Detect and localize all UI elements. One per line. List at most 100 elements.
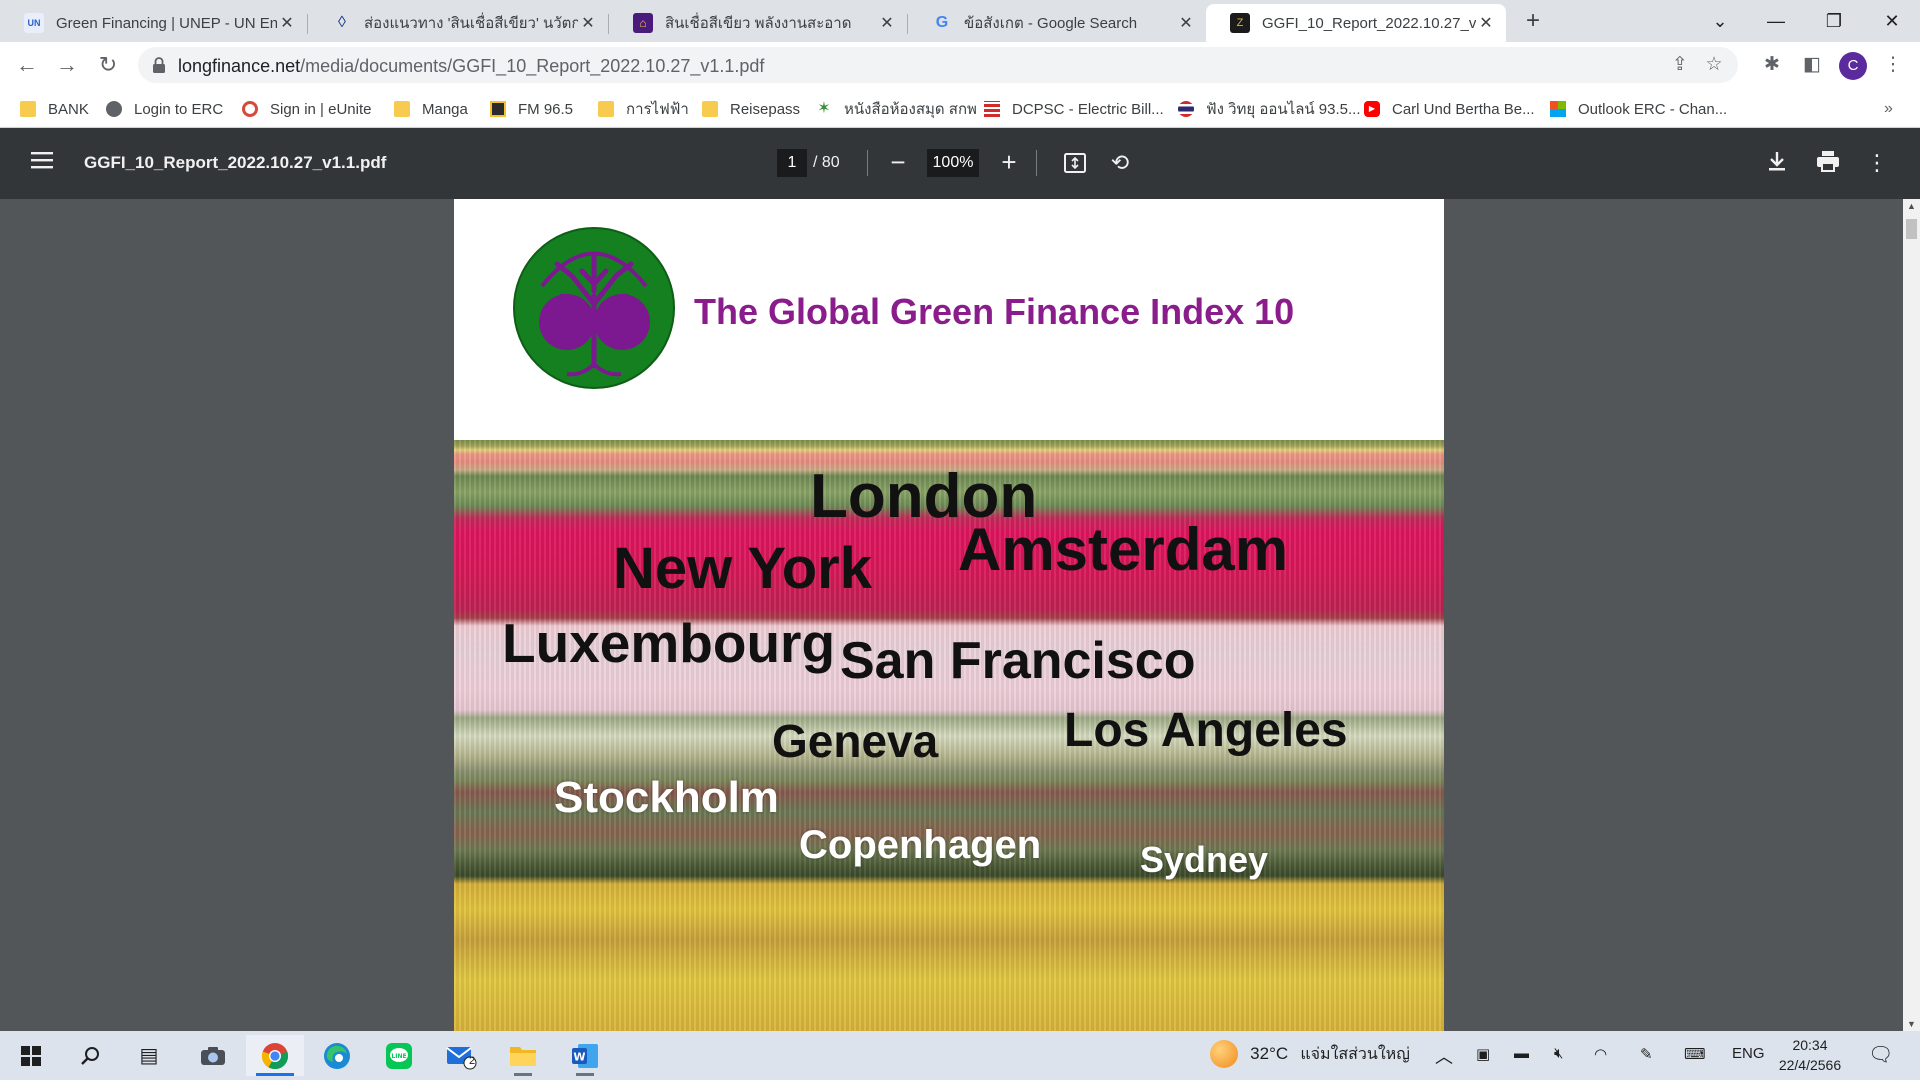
address-bar[interactable]: longfinance.net/media/documents/GGFI_10_…	[138, 47, 1738, 83]
keyboard-icon[interactable]: ⌨	[1684, 1045, 1706, 1063]
windows-taskbar: ▤ LINE 2 W 32°C แจ่มใสส่วนใหญ่ ︿ ▣ ▬ 🔇︎ …	[0, 1031, 1920, 1080]
tab-green-credit[interactable]: ◊ ส่องแนวทาง 'สินเชื่อสีเขียว' นวัตกรรมส…	[308, 4, 608, 42]
zoom-input[interactable]: 100%	[927, 149, 979, 177]
back-button[interactable]: ←	[12, 51, 42, 81]
city-label: Amsterdam	[958, 516, 1289, 583]
bookmark-dcpsc[interactable]: DCPSC - Electric Bill...	[984, 96, 1164, 122]
rotate-icon[interactable]: ⟲	[1108, 151, 1132, 175]
chrome-menu-icon[interactable]: ⋮	[1880, 53, 1906, 79]
divider	[867, 150, 868, 176]
share-icon[interactable]: ⇪	[1668, 54, 1692, 78]
meet-now-icon[interactable]: ▣	[1476, 1045, 1490, 1063]
close-tab-icon[interactable]: ✕	[1176, 13, 1196, 33]
bookmark-library[interactable]: ✶ หนังสือห้องสมุด สกพ	[816, 96, 977, 122]
browser-toolbar: ← → ↻ longfinance.net/media/documents/GG…	[0, 42, 1920, 88]
profile-avatar[interactable]: C	[1839, 52, 1867, 80]
tab-search-icon[interactable]: ⌄	[1692, 0, 1748, 42]
word-icon[interactable]: W	[556, 1035, 614, 1076]
city-label: Sydney	[1140, 839, 1269, 880]
youtube-icon: ▶	[1364, 101, 1380, 117]
bookmark-star-icon[interactable]: ☆	[1702, 54, 1726, 78]
line-app-icon[interactable]: LINE	[370, 1035, 428, 1076]
weather-widget[interactable]: 32°C แจ่มใสส่วนใหญ่	[1210, 1040, 1410, 1068]
bookmark-outlook[interactable]: Outlook ERC - Chan...	[1550, 96, 1727, 122]
mail-badge: 2	[469, 1055, 476, 1067]
minimize-button[interactable]: —	[1748, 0, 1804, 42]
tab-unep[interactable]: UN Green Financing | UNEP - UN Env ✕	[0, 4, 307, 42]
bookmark-label: Manga	[422, 100, 468, 118]
bookmarks-bar: BANK Login to ERC Sign in | eUnite Manga…	[0, 88, 1920, 128]
zoom-out-button[interactable]: −	[884, 147, 912, 177]
restore-button[interactable]: ❐	[1806, 0, 1862, 42]
chevron-up-icon[interactable]: ︿	[1435, 1043, 1453, 1069]
folder-icon	[598, 101, 614, 117]
close-tab-icon[interactable]: ✕	[578, 13, 598, 33]
bank-logo-icon: ⌂	[633, 13, 653, 33]
clock[interactable]: 20:34 22/4/2566	[1775, 1035, 1845, 1075]
fit-page-icon[interactable]	[1064, 152, 1086, 174]
new-tab-button[interactable]: +	[1519, 8, 1547, 36]
city-label: San Francisco	[840, 632, 1196, 690]
pdf-filename: GGFI_10_Report_2022.10.27_v1.1.pdf	[84, 153, 387, 172]
tab-google-search[interactable]: G ข้อสังเกต - Google Search ✕	[908, 4, 1206, 42]
city-label: New York	[613, 536, 872, 601]
bookmark-youtube[interactable]: ▶ Carl Und Bertha Be...	[1364, 96, 1535, 122]
library-icon: ✶	[817, 100, 831, 117]
pdf-toolbar: GGFI_10_Report_2022.10.27_v1.1.pdf 1 / 8…	[0, 128, 1920, 199]
folder-icon	[20, 101, 36, 117]
camera-app-icon[interactable]	[184, 1035, 242, 1076]
page-number-input[interactable]: 1	[777, 149, 807, 177]
print-icon[interactable]	[1814, 150, 1842, 176]
radio-icon	[490, 101, 506, 117]
close-tab-icon[interactable]: ✕	[877, 13, 897, 33]
bookmark-label: Reisepass	[730, 100, 801, 118]
bookmark-electric-authority[interactable]: การไฟฟ้า	[598, 96, 689, 122]
bookmark-login-erc[interactable]: Login to ERC	[106, 96, 223, 122]
weather-description: แจ่มใสส่วนใหญ่	[1300, 1045, 1410, 1063]
edge-icon[interactable]	[308, 1035, 366, 1076]
close-tab-icon[interactable]: ✕	[277, 13, 297, 33]
task-view-icon[interactable]: ▤	[120, 1035, 178, 1076]
language-indicator[interactable]: ENG	[1732, 1045, 1765, 1062]
chrome-taskbar-icon[interactable]	[246, 1035, 304, 1076]
close-window-button[interactable]: ✕	[1864, 0, 1920, 42]
windows-start-icon[interactable]	[2, 1035, 60, 1076]
scroll-thumb[interactable]	[1906, 219, 1917, 239]
wifi-icon[interactable]: ◠	[1594, 1045, 1607, 1063]
mail-icon[interactable]: 2	[432, 1035, 490, 1076]
scroll-up-icon[interactable]: ▲	[1903, 199, 1920, 213]
url-text: longfinance.net/media/documents/GGFI_10_…	[178, 56, 765, 76]
bookmark-label: หนังสือห้องสมุด สกพ	[844, 101, 977, 118]
close-tab-icon[interactable]: ✕	[1476, 13, 1496, 33]
active-indicator	[256, 1073, 294, 1076]
city-label: Los Angeles	[1064, 704, 1348, 757]
lock-icon	[153, 57, 165, 73]
scroll-down-icon[interactable]: ▼	[1903, 1017, 1920, 1031]
download-icon[interactable]	[1764, 150, 1790, 176]
menu-icon[interactable]	[30, 151, 54, 173]
tab-clean-energy[interactable]: ⌂ สินเชื่อสีเขียว พลังงานสะอาด ✕	[609, 4, 907, 42]
battery-icon[interactable]: ▬	[1514, 1045, 1529, 1062]
document-title: The Global Green Finance Index 10	[694, 291, 1295, 332]
bookmarks-overflow-icon[interactable]: »	[1884, 100, 1893, 118]
bookmark-bank[interactable]: BANK	[20, 96, 89, 122]
bookmark-eunite[interactable]: Sign in | eUnite	[242, 96, 371, 122]
vertical-scrollbar[interactable]: ▲ ▼	[1903, 199, 1920, 1031]
bookmark-reisepass[interactable]: Reisepass	[702, 96, 800, 122]
pen-icon[interactable]: ✎	[1640, 1045, 1653, 1063]
zoom-in-button[interactable]: +	[995, 147, 1023, 177]
side-panel-icon[interactable]: ◧	[1799, 53, 1825, 79]
extensions-icon[interactable]: ✱	[1759, 53, 1785, 79]
forward-button[interactable]: →	[52, 51, 82, 81]
bookmark-thai-radio[interactable]: ฟัง วิทยุ ออนไลน์ 93.5...	[1178, 96, 1361, 122]
notification-icon[interactable]: 🗨︎	[1868, 1042, 1893, 1067]
bookmark-manga[interactable]: Manga	[394, 96, 468, 122]
bookmark-fm965[interactable]: FM 96.5	[490, 96, 573, 122]
pdf-viewport[interactable]: The Global Green Finance Index 10 London…	[0, 199, 1903, 1031]
search-icon[interactable]	[61, 1035, 119, 1076]
speaker-muted-icon[interactable]: 🔇︎	[1554, 1045, 1563, 1062]
tab-ggfi-pdf[interactable]: Z GGFI_10_Report_2022.10.27_v1.1 ✕	[1206, 4, 1506, 42]
file-explorer-icon[interactable]	[494, 1035, 552, 1076]
more-options-icon[interactable]: ⋮	[1866, 150, 1888, 176]
reload-button[interactable]: ↻	[93, 51, 123, 81]
